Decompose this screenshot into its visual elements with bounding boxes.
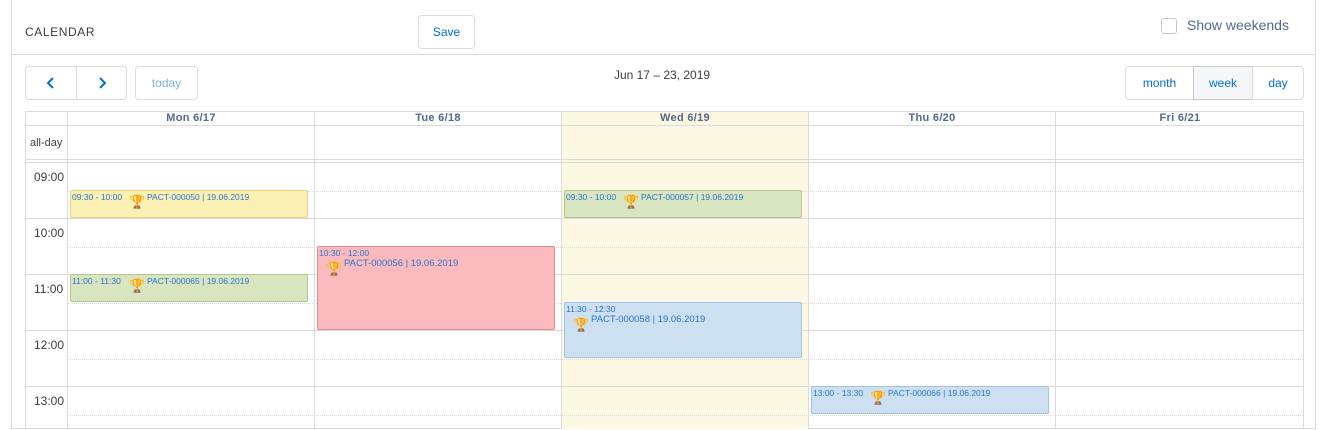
hour-line	[26, 386, 1303, 387]
day-header[interactable]: Tue 6/18	[315, 112, 561, 125]
week-grid: Mon 6/17 Tue 6/18 Wed 6/19 Thu 6/20 Fri …	[25, 111, 1304, 429]
event-title: PACT-000056 | 19.06.2019	[344, 258, 459, 269]
trophy-icon: 🏆	[129, 278, 146, 293]
day-header[interactable]: Thu 6/20	[809, 112, 1055, 125]
show-weekends-label[interactable]: Show weekends	[1187, 17, 1289, 33]
half-hour-line	[68, 415, 1303, 416]
trophy-icon: 🏆	[573, 317, 590, 332]
calendar-event[interactable]: 09:30 - 10:00 🏆 PACT-000057 | 19.06.2019	[564, 190, 802, 218]
chevron-right-icon	[98, 77, 106, 89]
trophy-icon: 🏆	[870, 390, 887, 405]
show-weekends-checkbox[interactable]	[1161, 18, 1177, 34]
event-time: 09:30 - 10:00	[566, 192, 617, 202]
calendar-event[interactable]: 11:30 - 12:30 🏆 PACT-000058 | 19.06.2019	[564, 302, 802, 358]
chevron-left-icon	[46, 77, 54, 89]
save-button[interactable]: Save	[418, 15, 475, 49]
day-header[interactable]: Mon 6/17	[68, 112, 314, 125]
view-day-button[interactable]: day	[1252, 66, 1304, 100]
time-label: 13:00	[34, 394, 65, 408]
page-title: CALENDAR	[25, 25, 96, 39]
grid-divider	[26, 125, 1303, 126]
trophy-icon: 🏆	[326, 261, 343, 276]
event-title: PACT-000057 | 19.06.2019	[641, 192, 744, 202]
event-time: 10:30 - 12:00	[319, 248, 370, 258]
all-day-label: all-day	[30, 137, 63, 149]
trophy-icon: 🏆	[623, 194, 640, 209]
calendar-event[interactable]: 13:00 - 13:30 🏆 PACT-000066 | 19.06.2019	[811, 386, 1049, 414]
event-title: PACT-000050 | 19.06.2019	[147, 192, 250, 202]
half-hour-line	[68, 247, 1303, 248]
event-title: PACT-000058 | 19.06.2019	[591, 314, 706, 325]
event-time: 13:00 - 13:30	[813, 388, 864, 398]
calendar-header: CALENDAR Save Show weekends	[12, 0, 1315, 55]
calendar-panel: CALENDAR Save Show weekends today Jun 17…	[11, 0, 1316, 429]
event-time: 11:30 - 12:30	[566, 304, 616, 314]
time-label: 12:00	[34, 338, 65, 352]
trophy-icon: 🏆	[129, 194, 146, 209]
event-time: 09:30 - 10:00	[72, 192, 123, 202]
calendar-event[interactable]: 10:30 - 12:00 🏆 PACT-000056 | 19.06.2019	[317, 246, 555, 330]
next-week-button[interactable]	[76, 66, 127, 100]
calendar-event[interactable]: 09:30 - 10:00 🏆 PACT-000050 | 19.06.2019	[70, 190, 308, 218]
view-month-button[interactable]: month	[1125, 66, 1194, 100]
time-label: 09:00	[34, 170, 65, 184]
view-week-button[interactable]: week	[1193, 66, 1253, 100]
time-label: 11:00	[34, 282, 64, 296]
half-hour-line	[68, 359, 1303, 360]
event-title: PACT-000065 | 19.06.2019	[147, 276, 250, 286]
prev-week-button[interactable]	[25, 66, 77, 100]
day-header[interactable]: Wed 6/19	[562, 112, 808, 125]
day-header[interactable]: Fri 6/21	[1056, 112, 1303, 125]
today-button[interactable]: today	[135, 66, 198, 100]
event-time: 11:00 - 11:30	[72, 276, 121, 286]
grid-divider	[26, 162, 1303, 163]
grid-divider	[26, 159, 1303, 160]
date-range-title: Jun 17 – 23, 2019	[613, 68, 711, 82]
calendar-event[interactable]: 11:00 - 11:30 🏆 PACT-000065 | 19.06.2019	[70, 274, 308, 302]
hour-line	[26, 218, 1303, 219]
time-label: 10:00	[34, 226, 65, 240]
event-title: PACT-000066 | 19.06.2019	[888, 388, 991, 398]
